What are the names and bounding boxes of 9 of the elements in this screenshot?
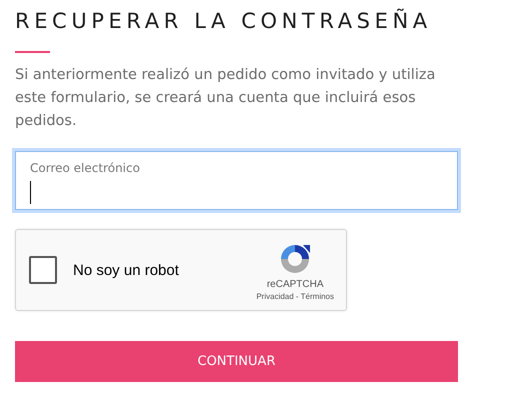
privacy-terms-link[interactable]: Privacidad - Términos	[256, 292, 334, 301]
checkbox-label: No soy un robot	[73, 262, 180, 278]
email-field[interactable]: Correo electrónico	[15, 151, 458, 210]
recaptcha-label: reCAPTCHA	[266, 279, 324, 290]
checkbox[interactable]	[29, 256, 57, 284]
recaptcha-logo-icon	[279, 243, 312, 275]
page-title: RECUPERAR LA CONTRASEÑA	[15, 8, 433, 35]
continue-button[interactable]: CONTINUAR	[15, 341, 458, 382]
description-text: Si anteriormente realizó un pedido como invitado y utiliza este formulario, se creará una cuenta que incluirá esos pedidos.	[15, 66, 436, 131]
